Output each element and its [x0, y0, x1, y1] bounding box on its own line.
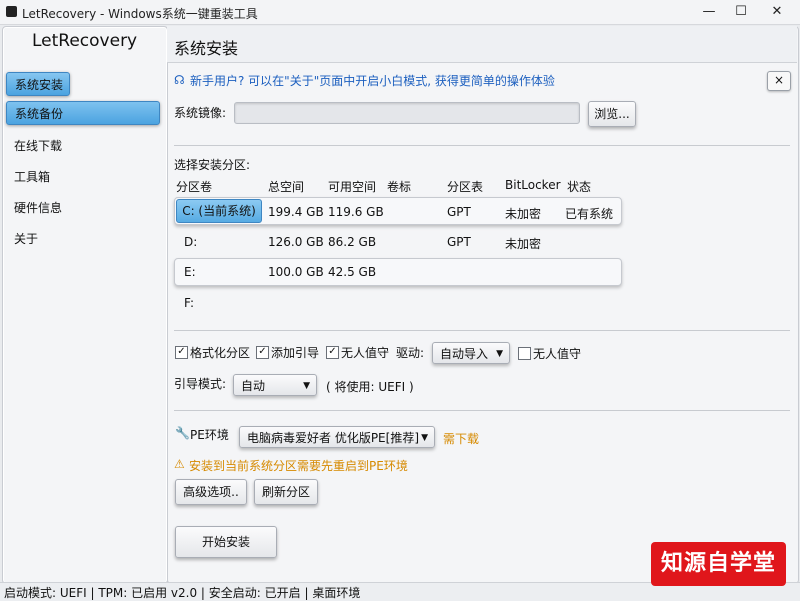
- minimize-button[interactable]: —: [692, 0, 726, 24]
- chevron-down-icon: ▼: [496, 349, 503, 359]
- sidebar-item-system-backup[interactable]: 系统备份: [6, 101, 160, 125]
- pe-warning-text: 安装到当前系统分区需要先重启到PE环境: [189, 459, 408, 473]
- driver-unattended-label: 无人值守: [533, 347, 582, 361]
- partition-volume-c[interactable]: C: (当前系统): [176, 199, 262, 223]
- pe-select[interactable]: 电脑病毒爱好者 优化版PE[推荐] ▼: [239, 426, 435, 448]
- partition-status: 已有系统: [565, 207, 614, 221]
- divider: [174, 145, 790, 146]
- partition-total: 126.0 GB: [268, 235, 324, 249]
- app-icon: [6, 6, 17, 17]
- driver-select-value: 自动导入: [440, 347, 489, 361]
- advanced-options-button[interactable]: 高级选项..: [175, 479, 247, 505]
- maximize-button[interactable]: ☐: [724, 0, 758, 24]
- partition-bitlocker: 未加密: [505, 207, 542, 221]
- status-text: 启动模式: UEFI | TPM: 已启用 v2.0 | 安全启动: 已开启 |…: [4, 586, 361, 600]
- partition-table: GPT: [447, 205, 471, 219]
- chevron-down-icon: ▼: [303, 381, 310, 391]
- header-volume: 分区卷: [176, 180, 213, 194]
- start-install-button[interactable]: 开始安装: [175, 526, 277, 558]
- pe-need-download[interactable]: 需下载: [443, 430, 479, 447]
- partition-bitlocker: 未加密: [505, 237, 542, 251]
- tip-text: 新手用户? 可以在"关于"页面中开启小白模式, 获得更简单的操作体验: [190, 74, 555, 88]
- partition-total: 100.0 GB: [268, 265, 324, 279]
- warning-icon: ⚠: [174, 457, 185, 471]
- partition-free: 42.5 GB: [328, 265, 377, 279]
- close-tip-button[interactable]: ×: [767, 71, 791, 91]
- app-name: LetRecovery: [32, 31, 138, 51]
- partition-free: 119.6 GB: [328, 205, 384, 219]
- header-status: 状态: [567, 180, 592, 194]
- header-table: 分区表: [447, 180, 484, 194]
- partition-table: GPT: [447, 235, 471, 249]
- sidebar-item-about[interactable]: 关于: [6, 227, 160, 251]
- image-path-input[interactable]: [234, 102, 580, 124]
- header-free: 可用空间: [328, 180, 377, 194]
- format-label: 格式化分区: [190, 346, 251, 360]
- sidebar-item-online-download[interactable]: 在线下载: [6, 134, 160, 158]
- add-boot-label: 添加引导: [271, 346, 320, 360]
- boot-mode-note: ( 将使用: UEFI ): [326, 380, 414, 394]
- driver-unattended-checkbox[interactable]: [518, 347, 531, 360]
- partition-volume-e[interactable]: E:: [184, 265, 196, 279]
- info-icon: ☊: [174, 73, 185, 87]
- partition-total: 199.4 GB: [268, 205, 324, 219]
- partition-volume-f[interactable]: F:: [184, 296, 194, 310]
- sidebar-item-system-install[interactable]: 系统安装: [6, 72, 70, 96]
- boot-mode-select[interactable]: 自动 ▼: [233, 374, 317, 396]
- header-bitlocker: BitLocker: [505, 178, 561, 192]
- partition-section-label: 选择安装分区:: [174, 158, 251, 172]
- header-label: 卷标: [387, 180, 412, 194]
- sidebar-item-toolbox[interactable]: 工具箱: [6, 165, 160, 189]
- divider: [174, 410, 790, 411]
- format-checkbox[interactable]: ✓: [175, 346, 188, 359]
- wrench-icon: 🔧: [175, 426, 190, 440]
- driver-select[interactable]: 自动导入 ▼: [432, 342, 510, 364]
- page-title: 系统安装: [174, 39, 239, 58]
- browse-button[interactable]: 浏览...: [588, 101, 636, 127]
- unattended-label: 无人值守: [341, 346, 390, 360]
- pe-label: PE环境: [190, 428, 229, 442]
- refresh-partitions-button[interactable]: 刷新分区: [254, 479, 318, 505]
- chevron-down-icon: ▼: [421, 433, 428, 443]
- divider: [174, 330, 790, 331]
- close-window-button[interactable]: ✕: [760, 0, 794, 24]
- watermark-logo: 知源自学堂: [651, 542, 786, 586]
- image-label: 系统镜像:: [174, 106, 227, 120]
- sidebar-item-hardware-info[interactable]: 硬件信息: [6, 196, 160, 220]
- partition-free: 86.2 GB: [328, 235, 377, 249]
- main-header: [167, 26, 797, 63]
- boot-mode-value: 自动: [241, 379, 266, 393]
- partition-row-e[interactable]: [174, 258, 622, 286]
- header-total: 总空间: [268, 180, 305, 194]
- boot-mode-label: 引导模式:: [174, 377, 227, 391]
- add-boot-checkbox[interactable]: ✓: [256, 346, 269, 359]
- unattended-checkbox[interactable]: ✓: [326, 346, 339, 359]
- pe-select-value: 电脑病毒爱好者 优化版PE[推荐]: [247, 431, 419, 445]
- window-title: LetRecovery - Windows系统一键重装工具: [22, 7, 258, 21]
- driver-label: 驱动:: [396, 346, 425, 360]
- partition-volume-d[interactable]: D:: [184, 235, 197, 249]
